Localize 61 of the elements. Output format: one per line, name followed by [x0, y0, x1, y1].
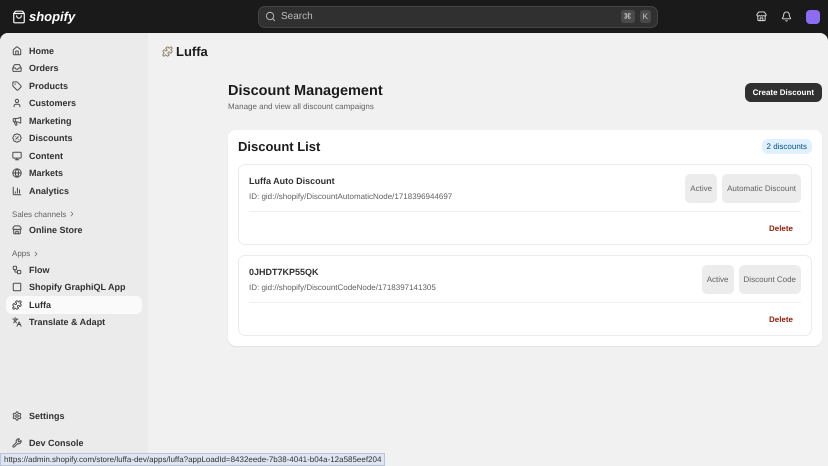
nav-icon [12, 317, 22, 328]
sidebar-item[interactable]: Home [6, 42, 142, 60]
page-subtitle: Manage and view all discount campaigns [228, 102, 375, 111]
sidebar-item[interactable]: Translate & Adapt [6, 314, 142, 331]
nav-icon [12, 63, 22, 74]
status-badge: Active [685, 174, 718, 202]
type-badge: Automatic Discount [722, 174, 801, 202]
sidebar-item[interactable]: Online Store [6, 222, 142, 239]
delete-button[interactable]: Delete [760, 224, 801, 232]
nav-icon [12, 264, 22, 275]
sidebar-item[interactable]: Content [6, 147, 142, 164]
apps-heading[interactable]: Apps [6, 249, 142, 258]
nav-icon [12, 438, 22, 448]
nav-icon [12, 133, 22, 144]
nav-icon [12, 168, 22, 178]
sidebar-item[interactable]: Shopify GraphiQL App [6, 278, 142, 296]
nav-icon [12, 46, 22, 56]
app-icon [162, 46, 173, 57]
card-title: Discount List [238, 139, 320, 154]
delete-button[interactable]: Delete [760, 314, 801, 324]
nav-icon [12, 116, 22, 126]
shortcut-key: ⌘ [620, 10, 635, 23]
sidebar-item[interactable]: Dev Console [6, 434, 142, 452]
status-badge: Active [702, 264, 734, 294]
discount-name: Luffa Auto Discount [249, 176, 336, 186]
status-bar-url: https://admin.shopify.com/store/luffa-dev/apps/luffa?appLoadId=8432eede-7b38-4041-b04a-12a585eef204 [0, 453, 386, 466]
bag-icon [12, 10, 26, 24]
page-title: Discount Management [228, 83, 383, 99]
type-badge: Discount Code [738, 264, 801, 294]
sidebar-item[interactable]: Luffa [6, 296, 142, 314]
nav-icon [12, 282, 22, 292]
nav-icon [12, 186, 22, 196]
sidebar-item[interactable]: Products [6, 77, 142, 94]
avatar[interactable] [806, 10, 820, 24]
nav-icon [12, 80, 22, 91]
bell-icon[interactable] [781, 11, 792, 22]
store-icon[interactable] [756, 11, 767, 22]
sidebar-item[interactable]: Customers [6, 94, 142, 112]
nav-icon [12, 300, 22, 310]
nav-icon [12, 410, 22, 421]
discount-id: ID: gid://shopify/DiscountAutomaticNode/1718396944697 [249, 192, 452, 200]
sidebar-item[interactable]: Markets [6, 164, 142, 182]
shortcut-key: K [640, 10, 651, 23]
sidebar-item[interactable]: Orders [6, 60, 142, 77]
search-field[interactable]: Search ⌘ K [258, 6, 658, 28]
discount-name: 0JHDT7KP55QK [249, 266, 320, 276]
sidebar-item[interactable]: Settings [6, 407, 142, 424]
nav-icon [12, 98, 22, 108]
sidebar-item[interactable]: Marketing [6, 112, 142, 130]
sales-channels-heading[interactable]: Sales channels [6, 210, 142, 218]
logo-text: shopify [29, 9, 76, 24]
create-discount-button[interactable]: Create Discount [744, 83, 822, 102]
sidebar-item[interactable]: Analytics [6, 182, 142, 200]
sidebar-item[interactable]: Discounts [6, 130, 142, 147]
app-title: Luffa [162, 44, 822, 59]
nav-icon [12, 225, 22, 236]
discount-id: ID: gid://shopify/DiscountCodeNode/1718397141305 [249, 282, 436, 292]
sidebar-item[interactable]: Flow [6, 261, 142, 278]
nav-icon [12, 150, 22, 161]
count-badge: 2 discounts [762, 139, 812, 154]
search-icon [265, 11, 276, 22]
